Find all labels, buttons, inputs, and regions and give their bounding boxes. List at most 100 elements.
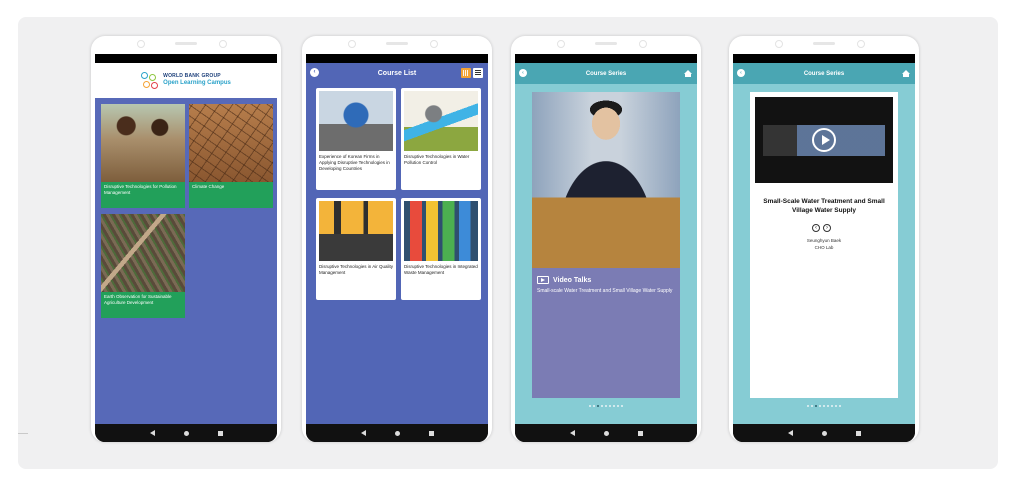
sensor bbox=[219, 40, 227, 48]
author-name: Seunghyun Baek bbox=[806, 238, 842, 243]
course-detail-screen: ‹ Course Series Small-Scale Water Treatm… bbox=[733, 54, 915, 442]
campus-name: Open Learning Campus bbox=[163, 80, 231, 86]
olc-wordmark: WORLD BANK GROUP Open Learning Campus bbox=[163, 74, 231, 87]
author-block: Seunghyun Baek CHO Lab bbox=[750, 237, 898, 251]
carousel-pagination[interactable] bbox=[733, 405, 915, 407]
topic-grid: Disruptive Technologies for Pollution Ma… bbox=[95, 98, 277, 424]
android-nav-bar bbox=[515, 424, 697, 442]
pagination-dot[interactable] bbox=[605, 405, 607, 407]
course-card[interactable]: Experience of Korean Firms in Applying D… bbox=[316, 88, 396, 190]
nav-back-icon[interactable] bbox=[569, 430, 575, 436]
front-camera bbox=[348, 40, 356, 48]
topic-tile[interactable]: Earth Observation for Sustainable Agricu… bbox=[101, 214, 185, 318]
course-detail-content: ‹ Course Series Small-Scale Water Treatm… bbox=[733, 63, 915, 424]
course-card[interactable]: Disruptive Technologies in Water Polluti… bbox=[401, 88, 481, 190]
nav-home-icon[interactable] bbox=[394, 430, 400, 436]
speaker-grille bbox=[386, 42, 408, 45]
course-grid: Experience of Korean Firms in Applying D… bbox=[306, 83, 488, 424]
pagination-dot[interactable] bbox=[839, 405, 841, 407]
tile-label: Disruptive Technologies for Pollution Ma… bbox=[104, 184, 177, 195]
next-icon[interactable]: › bbox=[823, 224, 831, 232]
tile-photo-aerial bbox=[101, 214, 185, 292]
home-icon[interactable] bbox=[902, 70, 910, 77]
series-carousel: Video Talks Small-scale Water Treatment … bbox=[515, 84, 697, 424]
grid-view-icon[interactable] bbox=[461, 68, 471, 78]
series-carousel: Small-Scale Water Treatment and Small Vi… bbox=[733, 84, 915, 424]
front-camera bbox=[775, 40, 783, 48]
topic-tile[interactable]: Disruptive Technologies for Pollution Ma… bbox=[101, 104, 185, 208]
pagination-dot[interactable] bbox=[827, 405, 829, 407]
back-arrow-icon[interactable]: ‹ bbox=[310, 68, 319, 77]
page-title: Course List bbox=[377, 69, 417, 77]
pagination-dot[interactable] bbox=[593, 405, 595, 407]
pagination-dot[interactable] bbox=[815, 405, 817, 407]
course-label: Experience of Korean Firms in Applying D… bbox=[319, 154, 390, 171]
nav-back-icon[interactable] bbox=[360, 430, 366, 436]
course-art-earth bbox=[319, 91, 393, 151]
status-bar bbox=[515, 54, 697, 63]
course-list-header: ‹ Course List bbox=[306, 63, 488, 83]
phone-course-series: ‹ Course Series Video Talks Small-scale … bbox=[511, 36, 701, 442]
series-card[interactable]: Video Talks Small-scale Water Treatment … bbox=[532, 92, 680, 398]
back-arrow-icon[interactable]: ‹ bbox=[737, 69, 745, 77]
video-player[interactable] bbox=[755, 97, 893, 183]
olc-logo-icon bbox=[141, 71, 159, 90]
front-camera bbox=[557, 40, 565, 48]
course-card[interactable]: Disruptive Technologies in Air Quality M… bbox=[316, 198, 396, 300]
author-organization: CHO Lab bbox=[814, 245, 834, 251]
phone-course-detail: ‹ Course Series Small-Scale Water Treatm… bbox=[729, 36, 919, 442]
nav-home-icon[interactable] bbox=[183, 430, 189, 436]
pagination-dot[interactable] bbox=[811, 405, 813, 407]
category-row: Video Talks bbox=[532, 268, 680, 288]
category-label: Video Talks bbox=[553, 276, 592, 284]
play-icon[interactable] bbox=[812, 128, 836, 152]
carousel-pagination[interactable] bbox=[515, 405, 697, 407]
back-arrow-icon[interactable]: ‹ bbox=[519, 69, 527, 77]
course-label: Disruptive Technologies in Water Polluti… bbox=[404, 154, 470, 165]
pagination-dot[interactable] bbox=[589, 405, 591, 407]
nav-home-icon[interactable] bbox=[821, 430, 827, 436]
android-nav-bar bbox=[733, 424, 915, 442]
video-title: Small-Scale Water Treatment and Small Vi… bbox=[763, 198, 885, 214]
speaker-grille bbox=[175, 42, 197, 45]
list-view-icon[interactable] bbox=[473, 68, 483, 78]
series-header: ‹ Course Series bbox=[515, 63, 697, 84]
topic-tile[interactable]: Climate Change bbox=[189, 104, 273, 208]
series-description: Small-scale Water Treatment and Small Vi… bbox=[537, 288, 673, 294]
android-nav-bar bbox=[306, 424, 488, 442]
phone-home: WORLD BANK GROUP Open Learning Campus Di… bbox=[91, 36, 281, 442]
front-camera bbox=[137, 40, 145, 48]
sensor bbox=[639, 40, 647, 48]
course-card[interactable]: Disruptive Technologies in Integrated Wa… bbox=[401, 198, 481, 300]
pagination-dot[interactable] bbox=[601, 405, 603, 407]
pagination-dot[interactable] bbox=[621, 405, 623, 407]
nav-home-icon[interactable] bbox=[603, 430, 609, 436]
page-title: Course Series bbox=[803, 70, 845, 77]
brand-name: WORLD BANK GROUP bbox=[163, 73, 221, 79]
pagination-dot[interactable] bbox=[597, 405, 599, 407]
pagination-dot[interactable] bbox=[831, 405, 833, 407]
course-list-screen: ‹ Course List Experience of Korean Firms… bbox=[306, 54, 488, 442]
nav-back-icon[interactable] bbox=[787, 430, 793, 436]
pagination-dot[interactable] bbox=[823, 405, 825, 407]
video-card: Small-Scale Water Treatment and Small Vi… bbox=[750, 92, 898, 398]
home-icon[interactable] bbox=[684, 70, 692, 77]
pagination-dot[interactable] bbox=[609, 405, 611, 407]
tile-photo-children bbox=[101, 104, 185, 182]
pagination-dot[interactable] bbox=[819, 405, 821, 407]
speaker-grille bbox=[813, 42, 835, 45]
pagination-dot[interactable] bbox=[613, 405, 615, 407]
course-series-content: ‹ Course Series Video Talks Small-scale … bbox=[515, 63, 697, 424]
nav-recents-icon[interactable] bbox=[637, 430, 643, 436]
nav-recents-icon[interactable] bbox=[855, 430, 861, 436]
speaker-photo bbox=[532, 92, 680, 268]
pagination-dot[interactable] bbox=[617, 405, 619, 407]
status-bar bbox=[95, 54, 277, 63]
nav-recents-icon[interactable] bbox=[217, 430, 223, 436]
pagination-dot[interactable] bbox=[835, 405, 837, 407]
video-nav: ‹ › bbox=[812, 224, 831, 232]
previous-icon[interactable]: ‹ bbox=[812, 224, 820, 232]
pagination-dot[interactable] bbox=[807, 405, 809, 407]
nav-recents-icon[interactable] bbox=[428, 430, 434, 436]
nav-back-icon[interactable] bbox=[149, 430, 155, 436]
